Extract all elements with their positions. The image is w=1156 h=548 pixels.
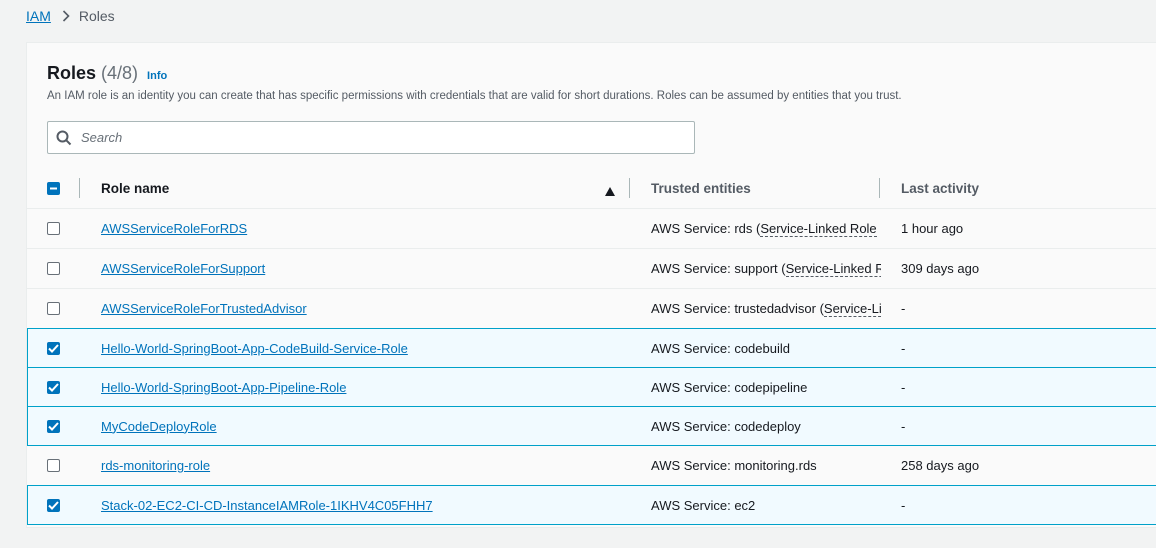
role-name-link[interactable]: rds-monitoring-role — [101, 458, 210, 473]
column-header-last-activity[interactable]: Last activity — [901, 167, 979, 209]
trusted-entity-text: AWS Service: codebuild — [651, 340, 790, 356]
column-divider[interactable] — [879, 178, 880, 198]
trusted-entities-cell: AWS Service: monitoring.rds — [651, 446, 881, 485]
table-header: Role name Trusted entities Last activity — [27, 167, 1156, 209]
table-row[interactable]: AWSServiceRoleForTrustedAdvisor AWS Servi… — [27, 289, 1156, 329]
roles-count: (4/8) — [101, 63, 139, 83]
page-description: An IAM role is an identity you can creat… — [47, 90, 902, 102]
chevron-right-icon — [62, 10, 70, 22]
role-name-link[interactable]: AWSServiceRoleForTrustedAdvisor — [101, 301, 307, 316]
role-name-link[interactable]: Stack-02-EC2-CI-CD-InstanceIAMRole-1IKHV… — [101, 498, 433, 513]
search-box[interactable] — [47, 121, 695, 154]
role-name-cell: AWSServiceRoleForRDS — [101, 209, 621, 248]
last-activity-cell: 309 days ago — [901, 261, 980, 276]
row-checkbox-cell[interactable] — [47, 289, 63, 328]
last-activity-cell: - — [901, 418, 906, 434]
role-name-cell: Stack-02-EC2-CI-CD-InstanceIAMRole-1IKHV… — [101, 486, 621, 524]
role-name-cell: AWSServiceRoleForTrustedAdvisor — [101, 289, 621, 328]
table-row[interactable]: rds-monitoring-role AWS Service: monitori… — [27, 446, 1156, 486]
select-all-indeterminate-icon[interactable] — [47, 181, 60, 195]
trusted-entity-text: AWS Service: codepipeline — [651, 379, 808, 395]
row-checkbox[interactable] — [47, 222, 60, 235]
search-icon — [56, 130, 72, 146]
roles-panel: Roles (4/8) Info An IAM role is an ident… — [26, 42, 1156, 528]
search-input[interactable] — [81, 123, 661, 152]
trusted-entities-cell: AWS Service: trustedadvisor (Service-Lin… — [651, 289, 881, 328]
role-name-cell: Hello-World-SpringBoot-App-Pipeline-Role — [101, 368, 621, 406]
row-checkbox[interactable] — [47, 302, 60, 315]
trusted-entities-cell: AWS Service: codepipeline — [651, 368, 881, 406]
row-checkbox-cell[interactable] — [47, 486, 63, 524]
trusted-entities-cell: AWS Service: codebuild — [651, 329, 881, 367]
last-activity-cell: - — [901, 497, 906, 513]
table-row[interactable]: Stack-02-EC2-CI-CD-InstanceIAMRole-1IKHV… — [27, 485, 1156, 525]
role-name-link[interactable]: AWSServiceRoleForRDS — [101, 221, 247, 236]
service-linked-role-tooltip-trigger[interactable]: Service-Linked Role — [785, 261, 881, 277]
last-activity-cell: - — [901, 340, 906, 356]
role-name-cell: AWSServiceRoleForSupport — [101, 249, 621, 288]
breadcrumb: IAM Roles — [26, 7, 115, 25]
service-linked-role-tooltip-trigger[interactable]: Service-Linked Role — [760, 221, 877, 237]
trusted-entities-cell: AWS Service: support (Service-Linked Rol… — [651, 249, 881, 288]
row-checkbox[interactable] — [47, 419, 60, 433]
column-divider[interactable] — [629, 178, 630, 198]
role-name-cell: MyCodeDeployRole — [101, 407, 621, 445]
trusted-entity-text: AWS Service: trustedadvisor ( — [651, 301, 824, 316]
row-checkbox[interactable] — [47, 459, 60, 472]
role-name-cell: rds-monitoring-role — [101, 446, 621, 485]
column-divider[interactable] — [79, 178, 80, 198]
row-checkbox-cell[interactable] — [47, 368, 63, 406]
trusted-entity-text: AWS Service: ec2 — [651, 497, 756, 513]
trusted-entities-cell: AWS Service: rds (Service-Linked Role — [651, 209, 881, 248]
row-checkbox-cell[interactable] — [47, 249, 63, 288]
row-checkbox[interactable] — [47, 380, 60, 394]
info-link[interactable]: Info — [147, 70, 167, 82]
trusted-entities-cell: AWS Service: ec2 — [651, 486, 881, 524]
table-row[interactable]: AWSServiceRoleForRDS AWS Service: rds (Se… — [27, 209, 1156, 249]
row-checkbox-cell[interactable] — [47, 407, 63, 445]
roles-table: Role name Trusted entities Last activity… — [27, 167, 1156, 525]
page-title: Roles — [47, 63, 97, 83]
select-all-checkbox[interactable] — [47, 167, 60, 209]
row-checkbox[interactable] — [47, 262, 60, 275]
panel-header: Roles (4/8) Info An IAM role is an ident… — [47, 63, 1147, 102]
breadcrumb-iam-link[interactable]: IAM — [26, 8, 51, 24]
last-activity-cell: 258 days ago — [901, 458, 980, 473]
table-row[interactable]: AWSServiceRoleForSupport AWS Service: sup… — [27, 249, 1156, 289]
role-name-cell: Hello-World-SpringBoot-App-CodeBuild-Ser… — [101, 329, 621, 367]
trusted-entity-text: AWS Service: monitoring.rds — [651, 458, 817, 473]
table-row[interactable]: MyCodeDeployRole AWS Service: codedeploy - — [27, 406, 1156, 446]
column-header-trusted-entities[interactable]: Trusted entities — [651, 167, 751, 209]
row-checkbox-cell[interactable] — [47, 446, 63, 485]
row-checkbox[interactable] — [47, 498, 60, 512]
column-header-role-name[interactable]: Role name — [101, 167, 169, 209]
service-linked-role-tooltip-trigger[interactable]: Service-Linked Role — [823, 301, 881, 317]
trusted-entity-text: AWS Service: support ( — [651, 261, 786, 276]
table-row[interactable]: Hello-World-SpringBoot-App-Pipeline-Role… — [27, 367, 1156, 407]
table-row[interactable]: Hello-World-SpringBoot-App-CodeBuild-Ser… — [27, 328, 1156, 368]
trusted-entity-text: AWS Service: rds ( — [651, 221, 761, 236]
role-name-link[interactable]: Hello-World-SpringBoot-App-Pipeline-Role — [101, 380, 346, 395]
last-activity-cell: - — [901, 301, 906, 316]
table-body: AWSServiceRoleForRDS AWS Service: rds (Se… — [27, 209, 1156, 525]
trusted-entity-text: AWS Service: codedeploy — [651, 418, 801, 434]
role-name-link[interactable]: AWSServiceRoleForSupport — [101, 261, 265, 276]
row-checkbox-cell[interactable] — [47, 329, 63, 367]
sort-ascending-icon[interactable] — [605, 183, 615, 201]
trusted-entities-cell: AWS Service: codedeploy — [651, 407, 881, 445]
row-checkbox[interactable] — [47, 341, 60, 355]
last-activity-cell: 1 hour ago — [901, 221, 964, 236]
role-name-link[interactable]: Hello-World-SpringBoot-App-CodeBuild-Ser… — [101, 341, 408, 356]
role-name-link[interactable]: MyCodeDeployRole — [101, 419, 217, 434]
row-checkbox-cell[interactable] — [47, 209, 63, 248]
last-activity-cell: - — [901, 379, 906, 395]
breadcrumb-current: Roles — [78, 8, 115, 24]
